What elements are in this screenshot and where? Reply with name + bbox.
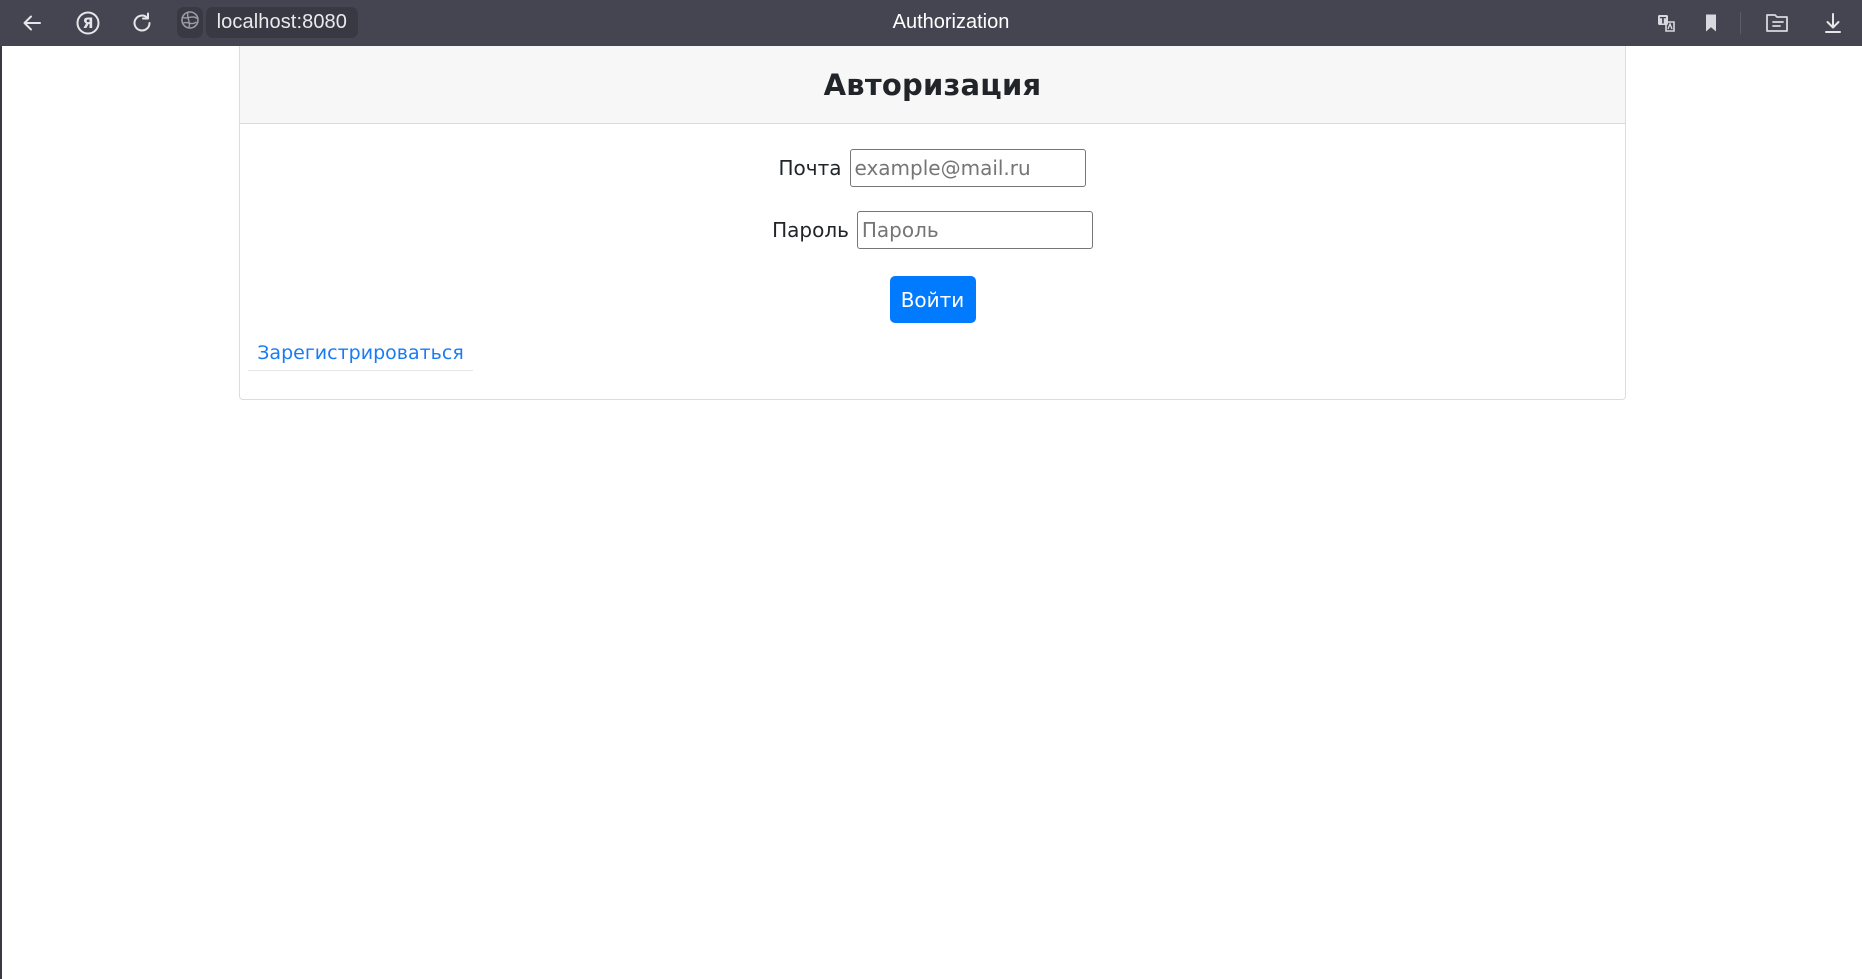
password-row: Пароль — [240, 211, 1625, 249]
reload-icon — [130, 11, 154, 35]
email-row: Почта — [240, 149, 1625, 187]
register-link[interactable]: Зарегистрироваться — [257, 342, 464, 364]
back-button[interactable] — [17, 8, 47, 38]
svg-text:Я: Я — [83, 16, 94, 32]
yandex-icon: Я — [75, 10, 101, 36]
toolbar-divider — [1740, 12, 1741, 34]
submit-row: Войти — [240, 276, 1625, 323]
address-bar[interactable]: localhost:8080 — [177, 7, 358, 38]
reload-button[interactable] — [127, 8, 157, 38]
email-field[interactable] — [849, 149, 1086, 187]
page-title: Авторизация — [823, 67, 1042, 102]
bookmark-icon — [1701, 12, 1721, 34]
globe-icon — [180, 10, 200, 35]
card-header: Авторизация — [240, 46, 1625, 124]
register-nav-item: Зарегистрироваться — [248, 336, 473, 371]
download-icon — [1822, 11, 1844, 35]
password-field[interactable] — [856, 211, 1093, 249]
email-label: Почта — [778, 156, 842, 180]
translate-icon: T — [1655, 12, 1677, 34]
translate-button[interactable]: T — [1651, 8, 1681, 38]
arrow-left-icon — [21, 12, 43, 34]
login-button[interactable]: Войти — [889, 276, 976, 323]
home-button[interactable]: Я — [73, 8, 103, 38]
downloads-button[interactable] — [1818, 8, 1848, 38]
site-info-button[interactable] — [177, 7, 203, 38]
auth-card: Авторизация Почта Пароль Войти Зарегистр… — [239, 46, 1626, 400]
password-label: Пароль — [772, 218, 849, 242]
url-text[interactable]: localhost:8080 — [205, 7, 358, 38]
browser-toolbar: Я localhost:8080 Authorization T — [0, 0, 1862, 46]
bookmark-button[interactable] — [1696, 8, 1726, 38]
reader-button[interactable] — [1762, 8, 1792, 38]
window-edge — [0, 46, 2, 979]
reader-icon — [1764, 11, 1790, 35]
